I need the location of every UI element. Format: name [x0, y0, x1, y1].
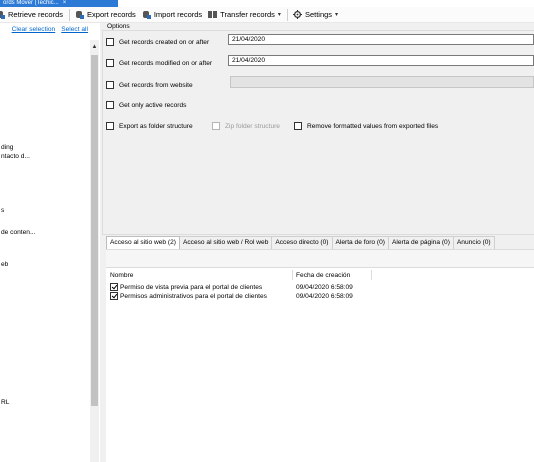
row-checkbox[interactable]: [110, 292, 118, 300]
table-row[interactable]: Permisos administrativos para el portal …: [110, 292, 353, 300]
column-header-name[interactable]: Nombre: [110, 272, 133, 279]
settings-dropdown-icon[interactable]: ▾: [335, 11, 338, 18]
zip-folder-checkbox: [212, 122, 220, 130]
entity-tabs: Acceso al sitio web (2) Acceso al sitio …: [106, 236, 495, 249]
zip-folder-option: Zip folder structure: [212, 122, 280, 130]
modified-after-checkbox[interactable]: [106, 59, 114, 67]
export-folder-checkbox[interactable]: [106, 122, 114, 130]
active-only-checkbox[interactable]: [106, 101, 114, 109]
tab-alerta-pagina[interactable]: Alerta de página (0): [388, 236, 454, 249]
table-row[interactable]: Permiso de vista previa para el portal d…: [110, 283, 353, 291]
entity-list-item[interactable]: de conten...: [1, 229, 35, 236]
column-header-date[interactable]: Fecha de creación: [296, 272, 350, 279]
toolbar-separator: [69, 8, 71, 21]
active-only-option[interactable]: Get only active records: [106, 101, 186, 109]
remove-formatted-label: Remove formatted values from exported fi…: [307, 122, 439, 130]
transfer-icon: [208, 10, 218, 19]
selection-links: Clear selection Select all: [6, 26, 88, 33]
export-folder-option[interactable]: Export as folder structure: [106, 122, 193, 130]
entity-list-scrollbar[interactable]: ▲: [90, 40, 99, 462]
column-divider[interactable]: [371, 270, 372, 280]
tab-alerta-foro[interactable]: Alerta de foro (0): [332, 236, 389, 249]
row-date: 09/04/2020 6:58:09: [296, 283, 353, 291]
tab-anuncio[interactable]: Anuncio (0): [453, 236, 495, 249]
website-label: Get records from website: [119, 81, 193, 89]
export-folder-label: Export as folder structure: [119, 122, 193, 130]
import-records-button[interactable]: Import records: [142, 10, 202, 19]
retrieve-records-label: Retrieve records: [8, 10, 64, 19]
remove-formatted-checkbox[interactable]: [294, 122, 302, 130]
active-only-label: Get only active records: [119, 101, 187, 109]
toolbar: Retrieve records Export records Import r…: [0, 7, 534, 23]
entity-list-item[interactable]: eb: [1, 261, 8, 268]
title-bar: ords Mover (Techic... ×: [0, 0, 534, 7]
settings-label: Settings: [304, 10, 333, 19]
column-divider[interactable]: [292, 270, 293, 280]
modified-after-label: Get records modified on or after: [119, 59, 213, 67]
tab-acceso-sitio-web[interactable]: Acceso al sitio web (2): [106, 236, 180, 249]
tab-acceso-directo[interactable]: Acceso directo (0): [272, 236, 333, 249]
export-records-button[interactable]: Export records: [75, 10, 136, 19]
gear-icon: [292, 10, 302, 19]
remove-formatted-option[interactable]: Remove formatted values from exported fi…: [294, 122, 438, 130]
scroll-up-icon[interactable]: ▲: [90, 43, 99, 51]
import-records-label: Import records: [153, 10, 203, 19]
created-after-label: Get records created on or after: [119, 38, 210, 46]
settings-button[interactable]: Settings ▾: [292, 10, 338, 19]
modified-after-option[interactable]: Get records modified on or after: [106, 59, 212, 67]
document-tab[interactable]: ords Mover (Techic... ×: [0, 0, 118, 7]
entity-list-panel: Clear selection Select all ding ntacto d.…: [0, 23, 90, 462]
row-name: Permisos administrativos para el portal …: [120, 292, 267, 300]
transfer-records-button[interactable]: Transfer records ▾: [208, 10, 281, 19]
entity-list-item[interactable]: ding: [1, 144, 13, 151]
tab-toolbar: [106, 249, 534, 267]
export-records-label: Export records: [87, 10, 136, 19]
row-checkbox[interactable]: [110, 283, 118, 291]
select-all-link[interactable]: Select all: [61, 26, 88, 33]
entity-list-item[interactable]: ntacto d...: [1, 153, 30, 160]
main-panel: Options Get records created on or after …: [100, 23, 534, 462]
modified-after-date-field[interactable]: 21/04/2020: [228, 55, 534, 66]
website-option[interactable]: Get records from website: [106, 81, 193, 89]
row-name: Permiso de vista previa para el portal d…: [120, 283, 263, 291]
created-after-checkbox[interactable]: [106, 38, 114, 46]
created-after-option[interactable]: Get records created on or after: [106, 38, 209, 46]
transfer-dropdown-icon[interactable]: ▾: [278, 11, 281, 18]
website-field[interactable]: [230, 76, 534, 88]
export-icon: [75, 10, 85, 19]
toolbar-separator: [286, 8, 288, 21]
zip-folder-label: Zip folder structure: [225, 122, 280, 130]
retrieve-records-button[interactable]: Retrieve records: [0, 10, 63, 19]
entity-list-item[interactable]: s: [1, 207, 4, 214]
close-tab-icon[interactable]: ×: [63, 0, 67, 6]
transfer-records-label: Transfer records: [220, 10, 275, 19]
retrieve-icon: [0, 10, 5, 19]
import-icon: [142, 10, 151, 19]
website-checkbox[interactable]: [106, 81, 114, 89]
created-after-date-field[interactable]: 21/04/2020: [228, 34, 534, 45]
records-grid: Nombre Fecha de creación Permiso de vist…: [106, 267, 534, 462]
document-tab-title: ords Mover (Techic...: [3, 0, 59, 6]
options-title: Options: [107, 23, 130, 30]
scroll-thumb[interactable]: [91, 55, 98, 406]
clear-selection-link[interactable]: Clear selection: [12, 26, 56, 33]
row-date: 09/04/2020 6:58:09: [296, 292, 353, 300]
tab-acceso-sitio-web-rol[interactable]: Acceso al sitio web / Rol web: [179, 236, 273, 249]
entity-list-item[interactable]: RL: [1, 399, 9, 406]
